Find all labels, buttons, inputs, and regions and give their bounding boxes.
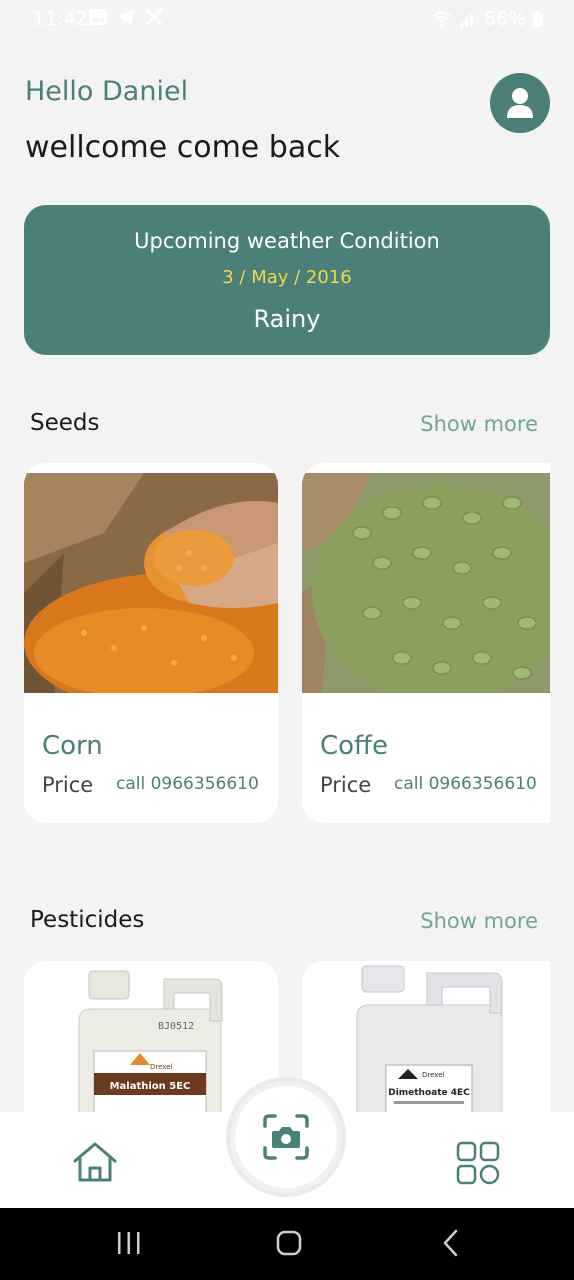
seed-card-corn[interactable]: Corn Price call 0966356610 — [24, 463, 278, 823]
back-icon[interactable] — [440, 1228, 462, 1258]
welcome-text: wellcome come back — [25, 130, 341, 165]
pesticides-show-more-link[interactable]: Show more — [420, 909, 538, 933]
seed-price-label: Price — [42, 773, 94, 797]
home-button-icon[interactable] — [275, 1228, 303, 1258]
home-icon[interactable] — [70, 1140, 120, 1184]
profile-avatar-button[interactable] — [490, 73, 550, 133]
malathion-brand: Drexel — [150, 1063, 173, 1071]
x-icon — [145, 8, 163, 26]
camera-scan-inner — [235, 1086, 337, 1188]
recent-apps-icon[interactable] — [116, 1228, 142, 1258]
weather-card[interactable]: Upcoming weather Condition 3 / May / 201… — [24, 205, 550, 355]
dimethoate-label: Dimethoate 4EC — [388, 1088, 470, 1098]
signal-icon — [459, 14, 473, 27]
status-time: 11:42 — [33, 8, 88, 30]
status-system-icons: 66% — [432, 8, 544, 30]
seed-name: Corn — [42, 731, 103, 761]
seed-name: Coffe — [320, 731, 388, 761]
greeting-text: Hello Daniel — [25, 76, 189, 107]
screen: 11:42 66% Hello Daniel wellcome come bac… — [0, 0, 574, 1280]
system-nav-bar — [0, 1208, 574, 1280]
malathion-label: Malathion 5EC — [110, 1081, 191, 1092]
weather-condition: Rainy — [253, 305, 321, 333]
seed-call-link[interactable]: call 0966356610 — [116, 774, 259, 794]
weather-date: 3 / May / 2016 — [222, 267, 352, 288]
weather-title: Upcoming weather Condition — [134, 229, 440, 253]
pesticides-section-title: Pesticides — [30, 907, 145, 933]
wifi-icon — [433, 11, 451, 27]
camera-scan-button[interactable] — [226, 1077, 346, 1197]
user-icon — [507, 88, 533, 118]
battery-percent: 66% — [483, 8, 526, 30]
telegram-icon — [117, 9, 135, 25]
corn-image — [24, 473, 278, 693]
seed-price-label: Price — [320, 773, 372, 797]
grid-icon[interactable] — [455, 1140, 501, 1186]
seed-call-link[interactable]: call 0966356610 — [394, 774, 537, 794]
seeds-section-title: Seeds — [30, 410, 100, 436]
seeds-show-more-link[interactable]: Show more — [420, 412, 538, 436]
dimethoate-brand: Drexel — [422, 1071, 445, 1079]
battery-icon — [533, 11, 543, 27]
camera-scan-icon — [263, 1114, 309, 1160]
status-bar: 11:42 66% — [0, 0, 574, 38]
malathion-code: BJ0512 — [158, 1021, 194, 1032]
seed-card-coffe[interactable]: Coffe Price call 0966356610 — [302, 463, 550, 823]
dimethoate-image: Drexel Dimethoate 4EC — [302, 961, 550, 1121]
coffe-image — [302, 473, 550, 693]
status-notification-icons — [88, 8, 164, 26]
gallery-icon — [89, 9, 107, 25]
